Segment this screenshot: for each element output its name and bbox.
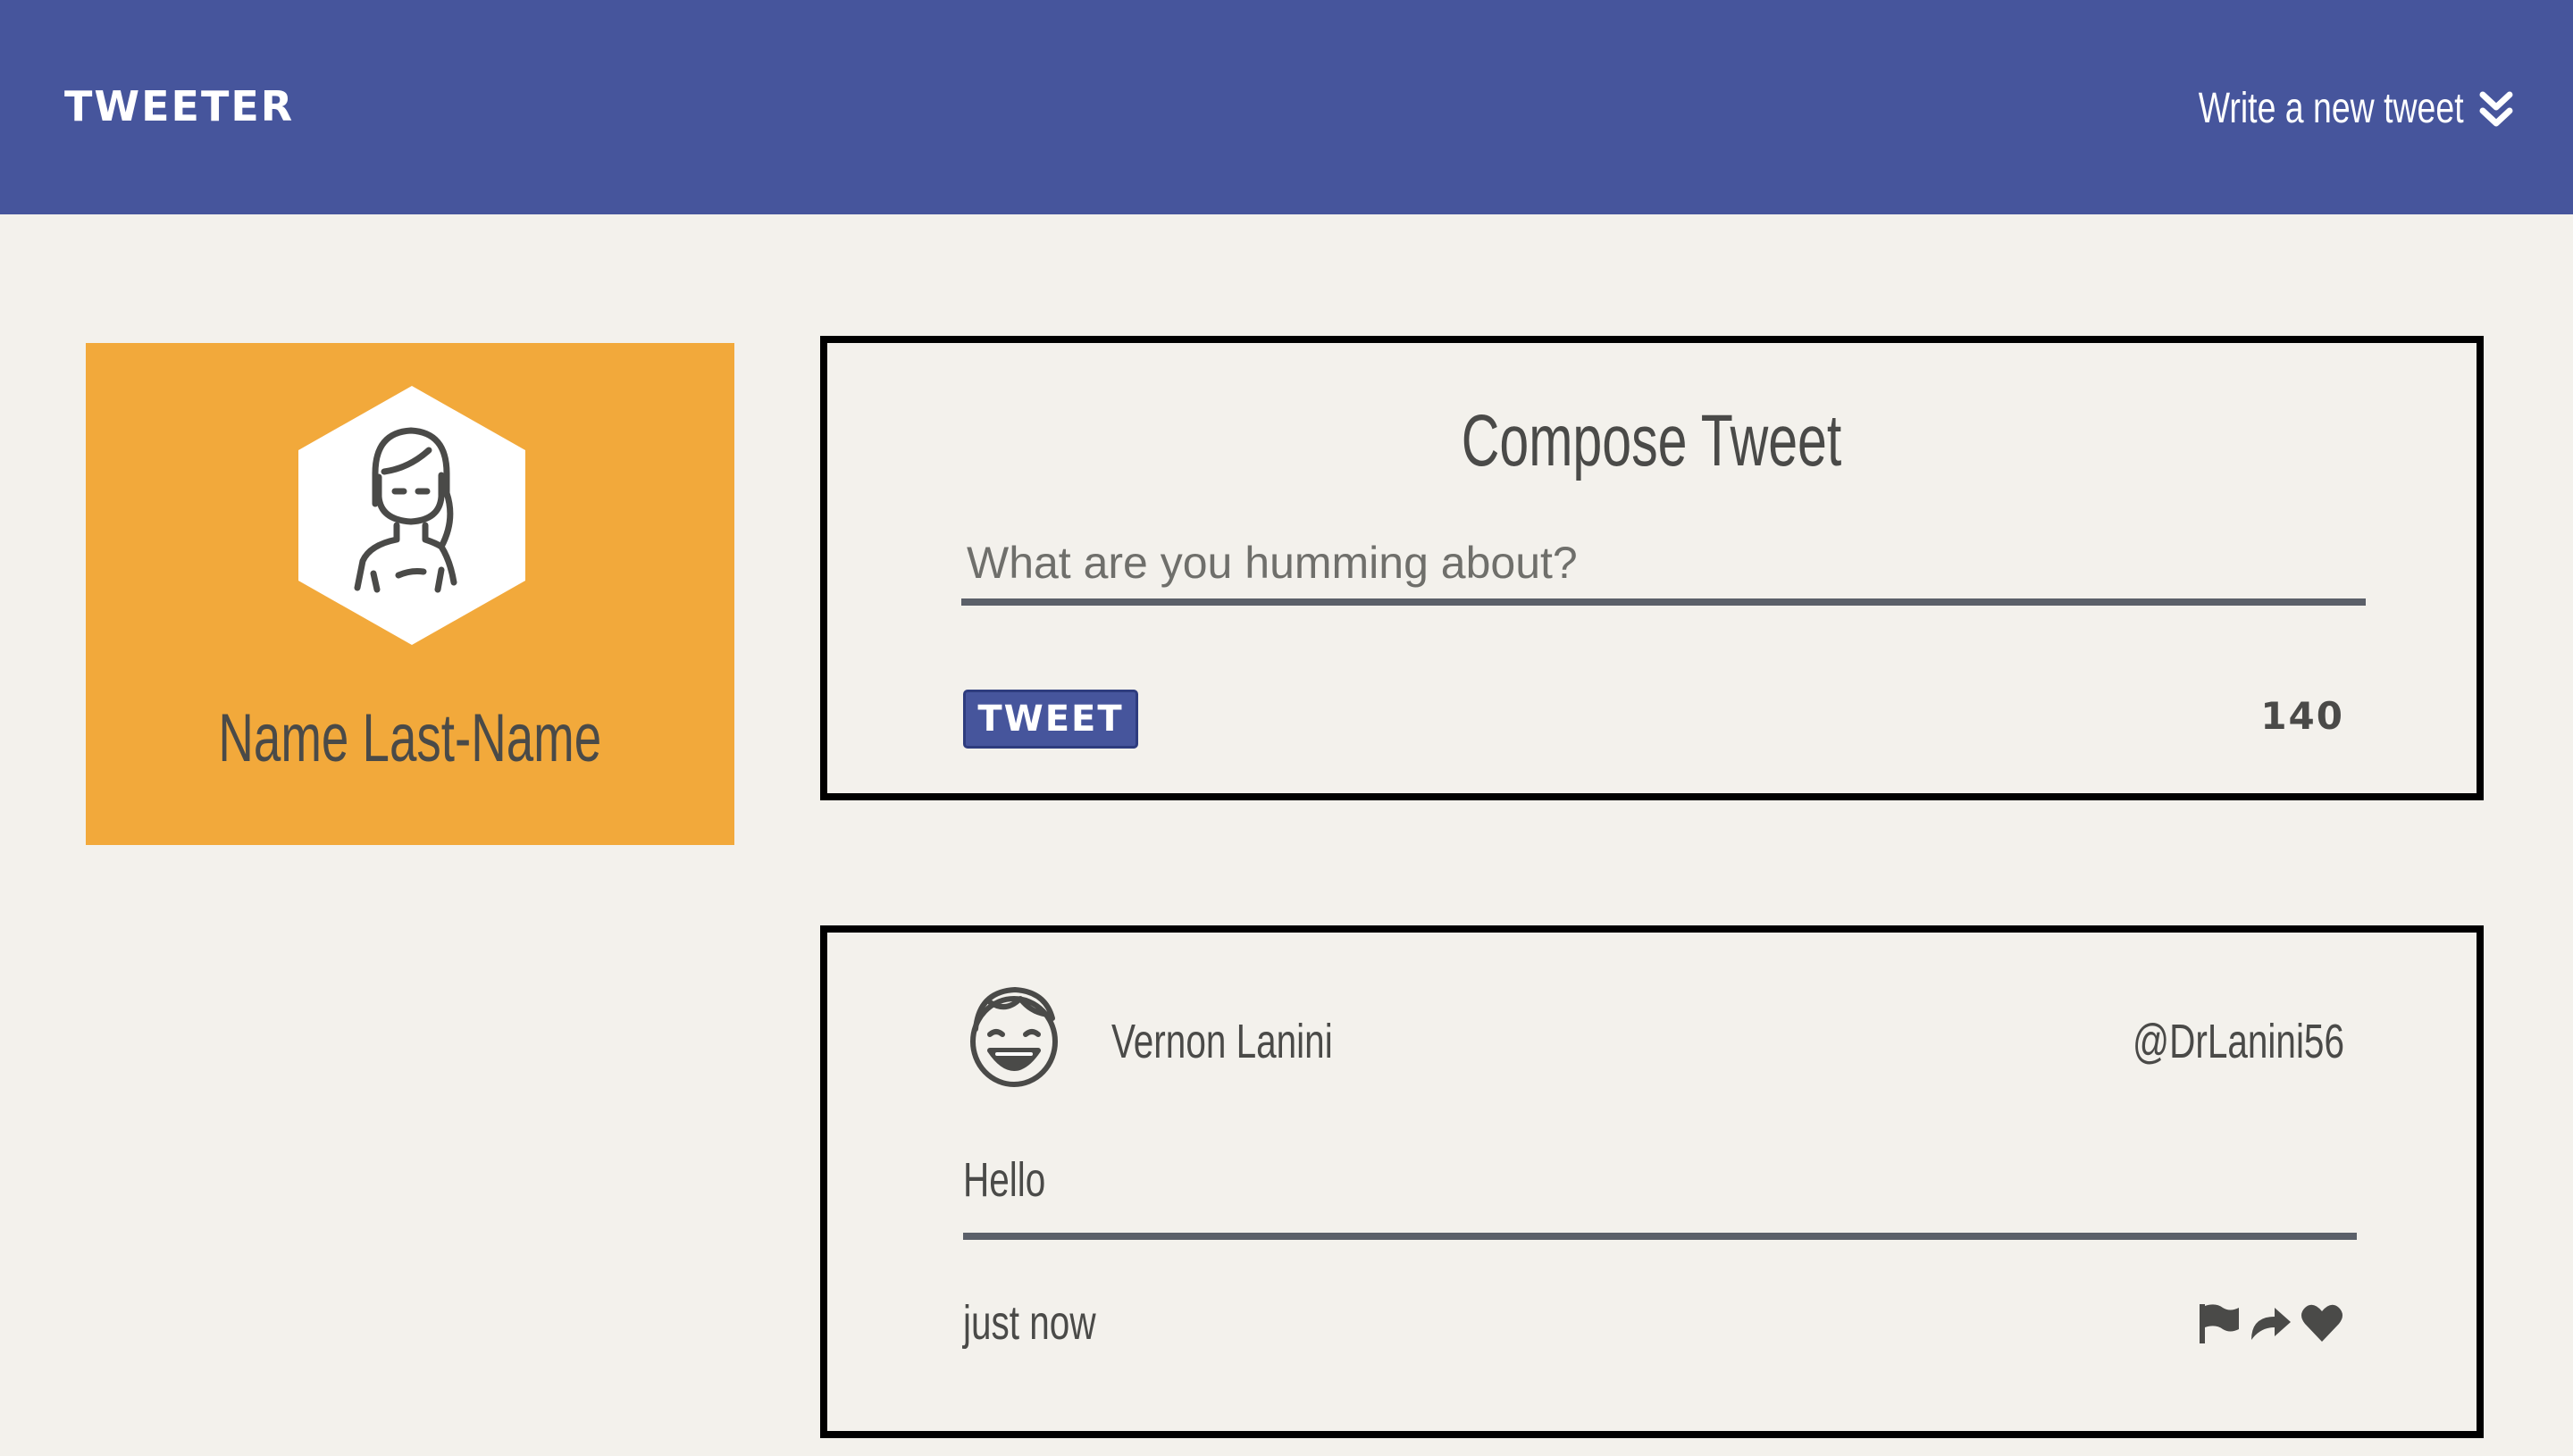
flag-icon[interactable]	[2196, 1302, 2241, 1343]
woman-avatar-icon	[298, 386, 525, 645]
top-nav: TWEETER Write a new tweet	[0, 0, 2573, 214]
heart-icon[interactable]	[2300, 1302, 2344, 1343]
laughing-man-avatar-icon	[970, 987, 1058, 1087]
compose-title: Compose Tweet	[1462, 400, 1842, 481]
tweet-author-name[interactable]: Vernon Lanini	[1111, 1013, 1333, 1070]
brand-logo[interactable]: TWEETER	[64, 83, 294, 130]
profile-card: Name Last-Name	[86, 343, 734, 845]
compose-tweet-panel: Compose Tweet TWEET 140	[820, 336, 2484, 800]
tweet-author-handle[interactable]: @DrLanini56	[2133, 1013, 2344, 1070]
retweet-icon[interactable]	[2248, 1302, 2292, 1343]
tweet-submit-button[interactable]: TWEET	[963, 690, 1138, 749]
double-chevron-down-icon	[2479, 91, 2513, 127]
tweet-text-input[interactable]	[961, 527, 2366, 606]
write-new-tweet-label: Write a new tweet	[2199, 85, 2464, 132]
tweet-timestamp: just now	[963, 1296, 1096, 1350]
tweet-text: Hello	[963, 1151, 2357, 1240]
tweet-card: Vernon Lanini @DrLanini56 Hello just now	[820, 925, 2484, 1438]
profile-name: Name Last-Name	[218, 700, 602, 776]
tweet-actions	[2196, 1302, 2344, 1343]
char-counter: 140	[2260, 694, 2344, 738]
write-new-tweet-toggle[interactable]: Write a new tweet	[2124, 80, 2514, 138]
